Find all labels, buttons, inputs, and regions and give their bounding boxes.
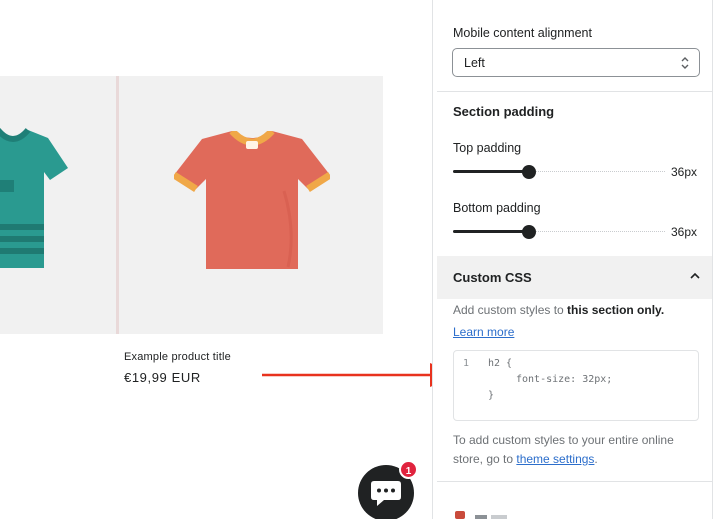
chevron-up-icon: [690, 272, 700, 279]
code-line-number: 1: [463, 358, 470, 369]
mobile-alignment-select[interactable]: Left: [452, 48, 700, 77]
help-bold: this section only.: [567, 303, 665, 317]
top-padding-value: 36px: [671, 165, 698, 179]
teal-shirt-image: [0, 128, 68, 268]
code-line: h2 {: [488, 358, 513, 369]
help-prefix: Add custom styles to: [453, 303, 568, 317]
slider-thumb[interactable]: [522, 225, 536, 239]
product-image-coral-shirt[interactable]: [119, 76, 383, 334]
chat-notification-badge: 1: [399, 460, 418, 479]
chevron-updown-icon: [681, 57, 689, 69]
learn-more-link[interactable]: Learn more: [453, 325, 514, 339]
custom-css-footer-text: To add custom styles to your entire onli…: [453, 431, 703, 469]
coral-shirt-image: [174, 131, 330, 269]
app-block-icon: [455, 511, 507, 519]
bottom-padding-slider[interactable]: [453, 225, 665, 239]
theme-settings-link[interactable]: theme settings: [516, 452, 594, 466]
bottom-padding-label: Bottom padding: [453, 201, 541, 215]
footer-suffix: .: [594, 452, 598, 466]
section-settings-panel: Mobile content alignment Left Section pa…: [432, 0, 720, 519]
slider-fill: [453, 230, 529, 233]
custom-css-help-text: Add custom styles to this section only.: [453, 303, 664, 317]
product-title[interactable]: Example product title: [124, 351, 231, 363]
slider-thumb[interactable]: [522, 165, 536, 179]
mobile-alignment-label: Mobile content alignment: [453, 26, 592, 40]
divider: [437, 91, 713, 92]
custom-css-accordion-header[interactable]: Custom CSS: [437, 256, 713, 299]
code-line: }: [488, 390, 495, 401]
slider-fill: [453, 170, 529, 173]
panel-scroll-edge: [712, 0, 720, 519]
product-price: €19,99 EUR: [124, 370, 201, 385]
divider: [437, 481, 713, 482]
storefront-preview: Example product title €19,99 EUR 1: [0, 0, 458, 519]
code-line: font-size: 32px;: [516, 374, 613, 385]
chat-bubble-icon: [371, 481, 401, 506]
custom-css-heading: Custom CSS: [453, 270, 532, 285]
css-code-editor[interactable]: 1 h2 { font-size: 32px; }: [453, 350, 699, 421]
product-image-teal-shirt[interactable]: [0, 76, 116, 334]
bottom-padding-value: 36px: [671, 225, 698, 239]
top-padding-label: Top padding: [453, 141, 522, 155]
top-padding-slider[interactable]: [453, 165, 665, 179]
section-padding-heading: Section padding: [453, 104, 555, 119]
mobile-alignment-value: Left: [464, 56, 485, 70]
